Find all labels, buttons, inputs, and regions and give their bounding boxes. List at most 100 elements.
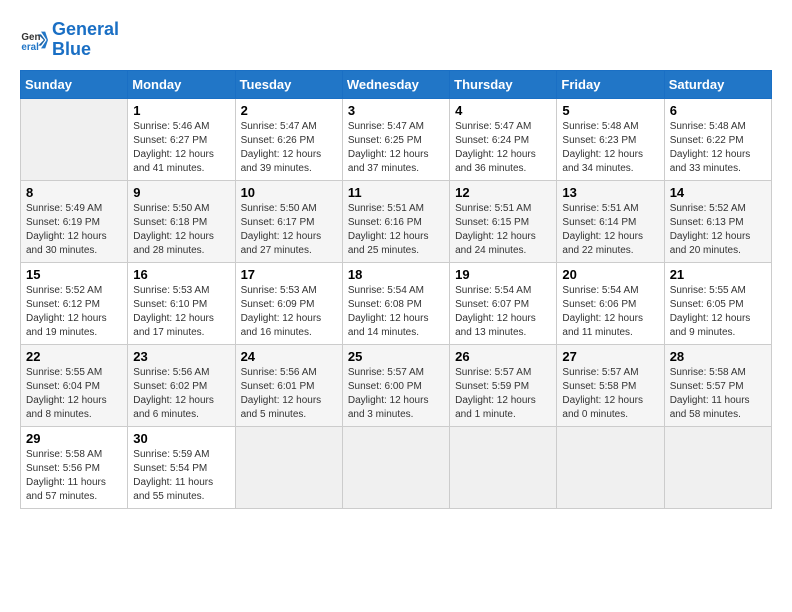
logo-text-line2: Blue — [52, 40, 119, 60]
day-info: Sunrise: 5:54 AMSunset: 6:08 PMDaylight:… — [348, 284, 444, 340]
calendar-cell: 16 Sunrise: 5:53 AMSunset: 6:10 PMDayligh… — [128, 262, 235, 344]
calendar-cell: 6 Sunrise: 5:48 AMSunset: 6:22 PMDaylight… — [664, 98, 771, 180]
day-number: 20 — [562, 267, 658, 282]
day-number: 1 — [133, 103, 229, 118]
svg-text:eral: eral — [21, 42, 39, 53]
day-info: Sunrise: 5:58 AMSunset: 5:56 PMDaylight:… — [26, 448, 122, 504]
calendar-cell: 22 Sunrise: 5:55 AMSunset: 6:04 PMDayligh… — [21, 344, 128, 426]
day-info: Sunrise: 5:53 AMSunset: 6:10 PMDaylight:… — [133, 284, 229, 340]
calendar-cell: 27 Sunrise: 5:57 AMSunset: 5:58 PMDayligh… — [557, 344, 664, 426]
day-info: Sunrise: 5:57 AMSunset: 6:00 PMDaylight:… — [348, 366, 444, 422]
day-number: 2 — [241, 103, 337, 118]
day-number: 9 — [133, 185, 229, 200]
day-info: Sunrise: 5:52 AMSunset: 6:12 PMDaylight:… — [26, 284, 122, 340]
day-info: Sunrise: 5:51 AMSunset: 6:14 PMDaylight:… — [562, 202, 658, 258]
day-info: Sunrise: 5:49 AMSunset: 6:19 PMDaylight:… — [26, 202, 122, 258]
calendar-cell: 2 Sunrise: 5:47 AMSunset: 6:26 PMDaylight… — [235, 98, 342, 180]
calendar-cell: 9 Sunrise: 5:50 AMSunset: 6:18 PMDaylight… — [128, 180, 235, 262]
calendar-table: SundayMondayTuesdayWednesdayThursdayFrid… — [20, 70, 772, 509]
day-number: 22 — [26, 349, 122, 364]
day-number: 10 — [241, 185, 337, 200]
day-number: 19 — [455, 267, 551, 282]
day-number: 4 — [455, 103, 551, 118]
day-number: 17 — [241, 267, 337, 282]
calendar-cell: 4 Sunrise: 5:47 AMSunset: 6:24 PMDaylight… — [450, 98, 557, 180]
calendar-cell: 19 Sunrise: 5:54 AMSunset: 6:07 PMDayligh… — [450, 262, 557, 344]
day-number: 3 — [348, 103, 444, 118]
day-info: Sunrise: 5:53 AMSunset: 6:09 PMDaylight:… — [241, 284, 337, 340]
day-info: Sunrise: 5:54 AMSunset: 6:06 PMDaylight:… — [562, 284, 658, 340]
day-info: Sunrise: 5:47 AMSunset: 6:24 PMDaylight:… — [455, 120, 551, 176]
day-info: Sunrise: 5:48 AMSunset: 6:22 PMDaylight:… — [670, 120, 766, 176]
calendar-cell: 8Sunrise: 5:49 AMSunset: 6:19 PMDaylight… — [21, 180, 128, 262]
calendar-cell: 11 Sunrise: 5:51 AMSunset: 6:16 PMDayligh… — [342, 180, 449, 262]
weekday-header-wednesday: Wednesday — [342, 70, 449, 98]
calendar-cell: 24Sunrise: 5:56 AMSunset: 6:01 PMDayligh… — [235, 344, 342, 426]
calendar-cell: 3 Sunrise: 5:47 AMSunset: 6:25 PMDaylight… — [342, 98, 449, 180]
calendar-cell: 10 Sunrise: 5:50 AMSunset: 6:17 PMDayligh… — [235, 180, 342, 262]
day-info: Sunrise: 5:47 AMSunset: 6:25 PMDaylight:… — [348, 120, 444, 176]
day-number: 6 — [670, 103, 766, 118]
calendar-cell: 21Sunrise: 5:55 AMSunset: 6:05 PMDayligh… — [664, 262, 771, 344]
calendar-week-row: 29 Sunrise: 5:58 AMSunset: 5:56 PMDayligh… — [21, 426, 772, 508]
calendar-cell: 17 Sunrise: 5:53 AMSunset: 6:09 PMDayligh… — [235, 262, 342, 344]
day-number: 13 — [562, 185, 658, 200]
day-number: 30 — [133, 431, 229, 446]
day-info: Sunrise: 5:57 AMSunset: 5:58 PMDaylight:… — [562, 366, 658, 422]
day-number: 15 — [26, 267, 122, 282]
day-info: Sunrise: 5:56 AMSunset: 6:02 PMDaylight:… — [133, 366, 229, 422]
day-number: 18 — [348, 267, 444, 282]
day-number: 25 — [348, 349, 444, 364]
calendar-cell: 29 Sunrise: 5:58 AMSunset: 5:56 PMDayligh… — [21, 426, 128, 508]
calendar-cell: 26 Sunrise: 5:57 AMSunset: 5:59 PMDayligh… — [450, 344, 557, 426]
calendar-cell — [235, 426, 342, 508]
calendar-cell — [21, 98, 128, 180]
calendar-cell: 1 Sunrise: 5:46 AMSunset: 6:27 PMDaylight… — [128, 98, 235, 180]
day-info: Sunrise: 5:52 AMSunset: 6:13 PMDaylight:… — [670, 202, 766, 258]
day-info: Sunrise: 5:54 AMSunset: 6:07 PMDaylight:… — [455, 284, 551, 340]
day-number: 23 — [133, 349, 229, 364]
logo-icon: Gen eral — [20, 26, 48, 54]
calendar-cell: 14 Sunrise: 5:52 AMSunset: 6:13 PMDayligh… — [664, 180, 771, 262]
calendar-week-row: 8Sunrise: 5:49 AMSunset: 6:19 PMDaylight… — [21, 180, 772, 262]
day-info: Sunrise: 5:55 AMSunset: 6:04 PMDaylight:… — [26, 366, 122, 422]
calendar-cell: 12 Sunrise: 5:51 AMSunset: 6:15 PMDayligh… — [450, 180, 557, 262]
calendar-cell: 5Sunrise: 5:48 AMSunset: 6:23 PMDaylight… — [557, 98, 664, 180]
calendar-cell: 15 Sunrise: 5:52 AMSunset: 6:12 PMDayligh… — [21, 262, 128, 344]
calendar-week-row: 22 Sunrise: 5:55 AMSunset: 6:04 PMDayligh… — [21, 344, 772, 426]
day-number: 12 — [455, 185, 551, 200]
day-info: Sunrise: 5:50 AMSunset: 6:17 PMDaylight:… — [241, 202, 337, 258]
day-info: Sunrise: 5:50 AMSunset: 6:18 PMDaylight:… — [133, 202, 229, 258]
calendar-cell: 20 Sunrise: 5:54 AMSunset: 6:06 PMDayligh… — [557, 262, 664, 344]
weekday-header-row: SundayMondayTuesdayWednesdayThursdayFrid… — [21, 70, 772, 98]
weekday-header-sunday: Sunday — [21, 70, 128, 98]
calendar-cell — [342, 426, 449, 508]
day-number: 28 — [670, 349, 766, 364]
weekday-header-thursday: Thursday — [450, 70, 557, 98]
calendar-week-row: 15 Sunrise: 5:52 AMSunset: 6:12 PMDayligh… — [21, 262, 772, 344]
day-info: Sunrise: 5:57 AMSunset: 5:59 PMDaylight:… — [455, 366, 551, 422]
day-number: 27 — [562, 349, 658, 364]
day-info: Sunrise: 5:51 AMSunset: 6:16 PMDaylight:… — [348, 202, 444, 258]
calendar-cell: 23 Sunrise: 5:56 AMSunset: 6:02 PMDayligh… — [128, 344, 235, 426]
day-number: 16 — [133, 267, 229, 282]
day-info: Sunrise: 5:51 AMSunset: 6:15 PMDaylight:… — [455, 202, 551, 258]
calendar-cell: 25 Sunrise: 5:57 AMSunset: 6:00 PMDayligh… — [342, 344, 449, 426]
day-info: Sunrise: 5:47 AMSunset: 6:26 PMDaylight:… — [241, 120, 337, 176]
day-info: Sunrise: 5:55 AMSunset: 6:05 PMDaylight:… — [670, 284, 766, 340]
day-info: Sunrise: 5:46 AMSunset: 6:27 PMDaylight:… — [133, 120, 229, 176]
calendar-week-row: 1 Sunrise: 5:46 AMSunset: 6:27 PMDaylight… — [21, 98, 772, 180]
day-number: 26 — [455, 349, 551, 364]
day-info: Sunrise: 5:48 AMSunset: 6:23 PMDaylight:… — [562, 120, 658, 176]
logo: Gen eral General Blue — [20, 20, 119, 60]
calendar-cell: 30 Sunrise: 5:59 AMSunset: 5:54 PMDayligh… — [128, 426, 235, 508]
calendar-cell — [450, 426, 557, 508]
logo-text-line1: General — [52, 20, 119, 40]
calendar-cell: 28Sunrise: 5:58 AMSunset: 5:57 PMDayligh… — [664, 344, 771, 426]
day-number: 14 — [670, 185, 766, 200]
day-number: 11 — [348, 185, 444, 200]
weekday-header-tuesday: Tuesday — [235, 70, 342, 98]
day-info: Sunrise: 5:59 AMSunset: 5:54 PMDaylight:… — [133, 448, 229, 504]
calendar-cell: 13 Sunrise: 5:51 AMSunset: 6:14 PMDayligh… — [557, 180, 664, 262]
day-number: 29 — [26, 431, 122, 446]
